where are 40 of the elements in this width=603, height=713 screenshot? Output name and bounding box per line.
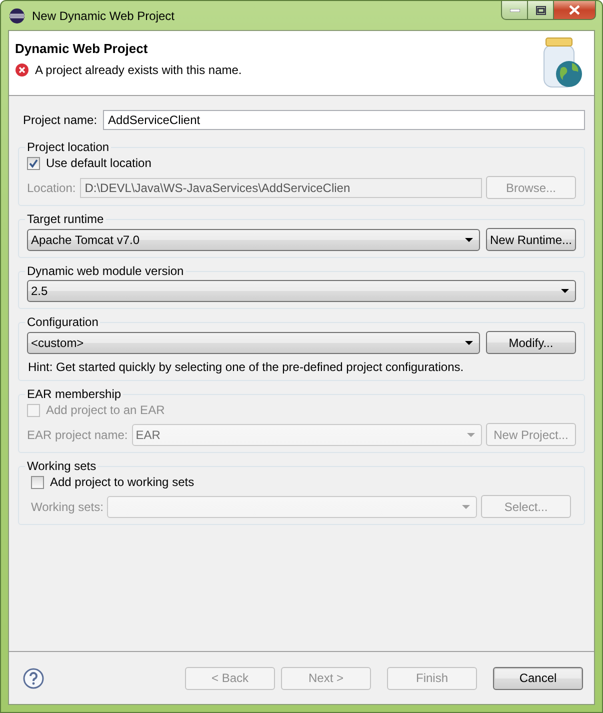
group-title: Configuration	[26, 315, 100, 329]
new-runtime-button[interactable]: New Runtime...	[486, 228, 576, 251]
group-title: Target runtime	[26, 212, 105, 226]
window-title: New Dynamic Web Project	[32, 8, 176, 22]
checkbox-label: Add project to working sets	[50, 475, 194, 489]
field-label: Working sets:	[31, 500, 104, 514]
checkbox-label: Add project to an EAR	[46, 403, 165, 417]
caret-icon	[467, 432, 475, 436]
close-icon	[569, 5, 580, 15]
error-icon	[15, 63, 29, 77]
error-message: A project already exists with this name.	[35, 63, 242, 77]
configuration-dropdown[interactable]: <custom>	[27, 332, 480, 354]
version-dropdown[interactable]: 2.5	[27, 280, 576, 302]
checkbox[interactable]	[31, 476, 44, 488]
minimize-icon	[510, 8, 520, 12]
project-name-field[interactable]: AddServiceClient	[103, 110, 585, 130]
field-label: Project name:	[23, 113, 98, 127]
caret-icon	[462, 504, 470, 508]
eclipse-icon	[9, 8, 25, 24]
group-title: EAR membership	[26, 387, 122, 401]
caret-icon	[561, 289, 569, 293]
field-label: EAR project name:	[27, 428, 128, 442]
modify-button[interactable]: Modify...	[486, 331, 576, 354]
close-button[interactable]	[553, 1, 596, 20]
runtime-dropdown[interactable]: Apache Tomcat v7.0	[27, 228, 480, 250]
caret-icon	[465, 340, 473, 344]
page-title: Dynamic Web Project	[15, 41, 149, 56]
group-title: Working sets	[26, 459, 98, 473]
caret-icon	[465, 238, 473, 242]
dialog-button[interactable]: Cancel	[493, 666, 583, 690]
group-title: Dynamic web module version	[26, 264, 185, 278]
group-title: Project location	[26, 140, 110, 154]
help-icon[interactable]	[23, 668, 44, 688]
checkbox-label: Use default location	[46, 156, 152, 170]
hint-text: Hint: Get started quickly by selecting one of the pre-defined project configurations.	[27, 360, 465, 374]
checkbox[interactable]	[27, 156, 40, 170]
maximize-button[interactable]	[527, 1, 554, 20]
field-label: Location:	[27, 180, 76, 194]
minimize-button[interactable]	[501, 1, 528, 20]
maximize-icon	[536, 6, 546, 14]
